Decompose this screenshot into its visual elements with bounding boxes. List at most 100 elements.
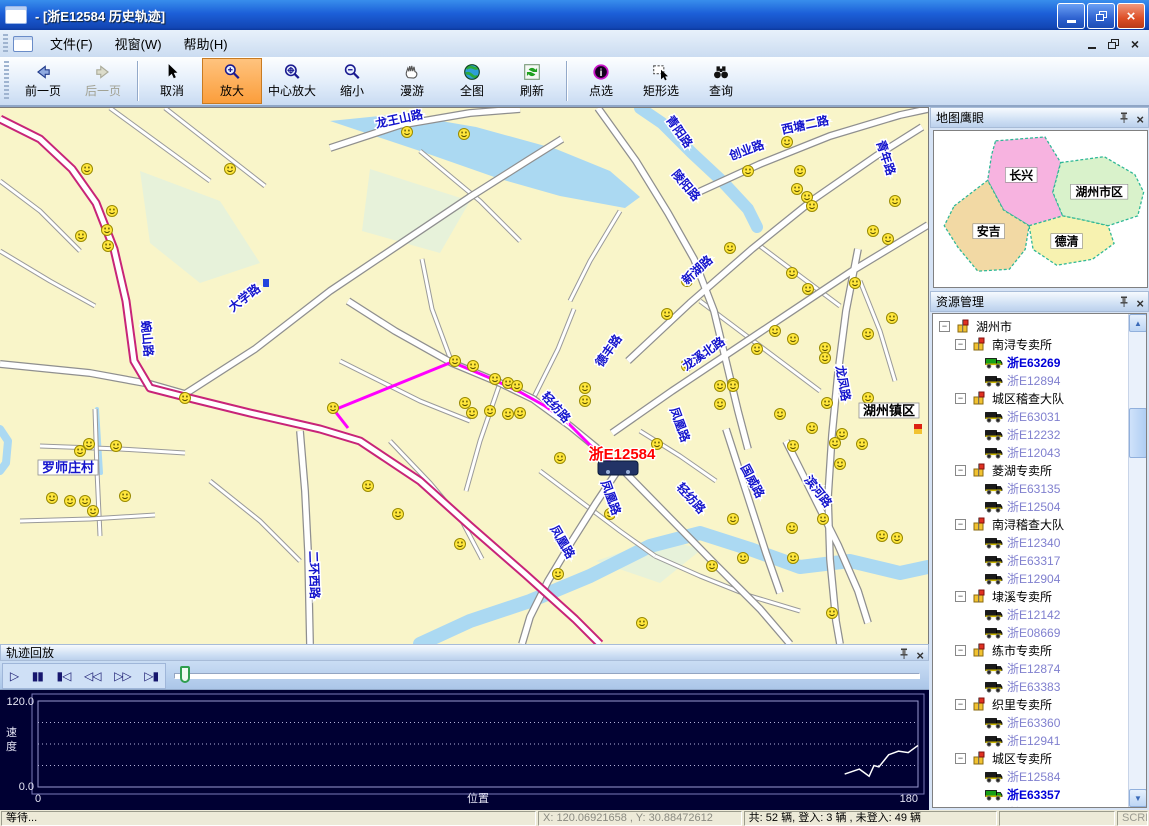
close-button[interactable]: × <box>1117 3 1145 29</box>
menu-item-1[interactable]: 视窗(W) <box>104 31 173 56</box>
tree-node-label: 浙E63269 <box>1007 354 1060 371</box>
tree-node-label: 织里专卖所 <box>992 696 1052 713</box>
mdi-close-button[interactable]: × <box>1131 36 1139 52</box>
query-button[interactable]: 查询 <box>691 58 751 104</box>
tree-group-row[interactable]: −南浔专卖所 <box>933 335 1129 353</box>
truck-icon <box>985 715 1003 729</box>
tree-group-row[interactable]: −湖州市 <box>933 317 1129 335</box>
tree-expander[interactable]: − <box>955 393 966 404</box>
restore-button[interactable] <box>1087 3 1115 29</box>
tree-vehicle-row[interactable]: 浙E12941 <box>933 731 1129 749</box>
svg-text:湖州市区: 湖州市区 <box>1076 185 1123 199</box>
tree-vehicle-row[interactable]: 浙E12142 <box>933 605 1129 623</box>
refresh-button[interactable]: 刷新 <box>502 58 562 104</box>
tree-node-label: 练市专卖所 <box>992 642 1052 659</box>
tree-vehicle-row[interactable]: 浙E12894 <box>933 371 1129 389</box>
tree-node-label: 浙E12584 <box>1007 768 1060 785</box>
smiley-marker <box>837 429 848 440</box>
tree-group-row[interactable]: − 练市专卖所 <box>933 641 1129 659</box>
zoom-in-button[interactable]: 放大 <box>202 58 262 104</box>
full-extent-button[interactable]: 全图 <box>442 58 502 104</box>
tree-expander[interactable]: − <box>955 753 966 764</box>
tree-vehicle-row[interactable]: 浙E63269 <box>933 353 1129 371</box>
tree-group-row[interactable]: − 织里专卖所 <box>933 695 1129 713</box>
tree-group-row[interactable]: −城区专卖所 <box>933 749 1129 767</box>
tree-expander[interactable]: − <box>955 591 966 602</box>
tree-group-row[interactable]: −埭溪专卖所 <box>933 587 1129 605</box>
tree-expander[interactable]: − <box>939 321 950 332</box>
tree-vehicle-row[interactable]: 浙E09387 <box>933 803 1129 807</box>
prev-page-button[interactable]: 前一页 <box>13 58 73 104</box>
rect-select-button[interactable]: 矩形选 <box>631 58 691 104</box>
tree-vehicle-row[interactable]: 浙E63317 <box>933 551 1129 569</box>
tree-expander[interactable]: − <box>955 699 966 710</box>
svg-text:长兴: 长兴 <box>1009 168 1033 182</box>
tree-group-row[interactable]: −城区稽查大队 <box>933 389 1129 407</box>
tree-node-label: 浙E63357 <box>1007 786 1060 803</box>
svg-text:度: 度 <box>6 739 17 753</box>
scroll-down-icon[interactable]: ▼ <box>1129 789 1147 807</box>
truck-icon <box>985 481 1003 495</box>
tree-expander[interactable]: − <box>955 339 966 350</box>
tree-expander[interactable]: − <box>955 519 966 530</box>
mdi-restore-button[interactable] <box>1108 39 1119 49</box>
pause-button[interactable]: ▮▮ <box>32 665 43 687</box>
tree-vehicle-row[interactable]: 浙E63357 <box>933 785 1129 803</box>
tree-vehicle-row[interactable]: 浙E12504 <box>933 497 1129 515</box>
play-button[interactable]: ▷ <box>10 665 18 687</box>
tree-vehicle-row[interactable]: 浙E63360 <box>933 713 1129 731</box>
close-icon[interactable]: × <box>1136 113 1144 126</box>
smiley-marker <box>863 393 874 404</box>
tree-group-row[interactable]: −菱湖专卖所 <box>933 461 1129 479</box>
pin-icon[interactable] <box>1119 111 1129 127</box>
tree-vehicle-row[interactable]: 浙E08669 <box>933 623 1129 641</box>
tree-vehicle-row[interactable]: 浙E63383 <box>933 677 1129 695</box>
close-icon[interactable]: × <box>916 649 924 662</box>
tree-expander[interactable]: − <box>955 645 966 656</box>
smiley-marker <box>512 381 523 392</box>
tree-vehicle-row[interactable]: 浙E12904 <box>933 569 1129 587</box>
arrow-left-icon <box>34 63 52 81</box>
tree-vehicle-row[interactable]: 浙E63135 <box>933 479 1129 497</box>
scroll-up-icon[interactable]: ▲ <box>1129 314 1147 332</box>
tree-scrollbar[interactable]: ▲ ▼ <box>1128 314 1146 807</box>
tree-expander[interactable]: − <box>955 465 966 476</box>
minimize-button[interactable] <box>1057 3 1085 29</box>
rewind-button[interactable]: ◁◁ <box>84 665 100 687</box>
playback-slider-thumb[interactable] <box>180 666 190 683</box>
tree-vehicle-row[interactable]: 浙E12043 <box>933 443 1129 461</box>
tree-node-label: 浙E12874 <box>1007 660 1060 677</box>
titlebar: - [浙E12584 历史轨迹] × <box>0 0 1149 30</box>
playback-slider-track[interactable] <box>174 673 920 679</box>
cancel-button[interactable]: 取消 <box>142 58 202 104</box>
eagle-eye-map[interactable]: 长兴湖州市区安吉德清 <box>933 130 1148 288</box>
smiley-marker <box>877 531 888 542</box>
tree-node-label: 南浔稽查大队 <box>992 516 1064 533</box>
smiley-marker <box>580 396 591 407</box>
tree-vehicle-row[interactable]: 浙E12232 <box>933 425 1129 443</box>
zoom-center-button[interactable]: 中心放大 <box>262 58 322 104</box>
menu-item-0[interactable]: 文件(F) <box>39 31 104 56</box>
zoom-out-button[interactable]: 缩小 <box>322 58 382 104</box>
pan-button[interactable]: 漫游 <box>382 58 442 104</box>
menu-item-2[interactable]: 帮助(H) <box>173 31 239 56</box>
mdi-minimize-button[interactable] <box>1088 47 1096 49</box>
tree-vehicle-row[interactable]: 浙E12340 <box>933 533 1129 551</box>
fast-forward-button[interactable]: ▷▷ <box>114 665 130 687</box>
tree-vehicle-row[interactable]: 浙E63031 <box>933 407 1129 425</box>
smiley-marker <box>76 231 87 242</box>
point-select-button[interactable]: i点选 <box>571 58 631 104</box>
skip-start-button[interactable]: ▮◁ <box>57 665 71 687</box>
vehicle-plate-label: 浙E12584 <box>589 445 656 463</box>
scroll-thumb[interactable] <box>1129 408 1147 458</box>
tree-group-row[interactable]: − 南浔稽查大队 <box>933 515 1129 533</box>
close-icon[interactable]: × <box>1136 297 1144 310</box>
map-canvas[interactable]: 龙王山路青阳路陵阳路西塘二路创业路青年路新湖路大学路蜿山路德丰路龙溪北路龙凤路轻… <box>0 108 928 644</box>
tree-vehicle-row[interactable]: 浙E12874 <box>933 659 1129 677</box>
tree-vehicle-row[interactable]: 浙E12584 <box>933 767 1129 785</box>
tree-node-label: 浙E63360 <box>1007 714 1060 731</box>
pin-icon[interactable] <box>1119 295 1129 311</box>
status-section-3 <box>999 811 1115 826</box>
skip-end-button[interactable]: ▷▮ <box>144 665 158 687</box>
village-label-罗师庄村: 罗师庄村 <box>38 460 98 475</box>
